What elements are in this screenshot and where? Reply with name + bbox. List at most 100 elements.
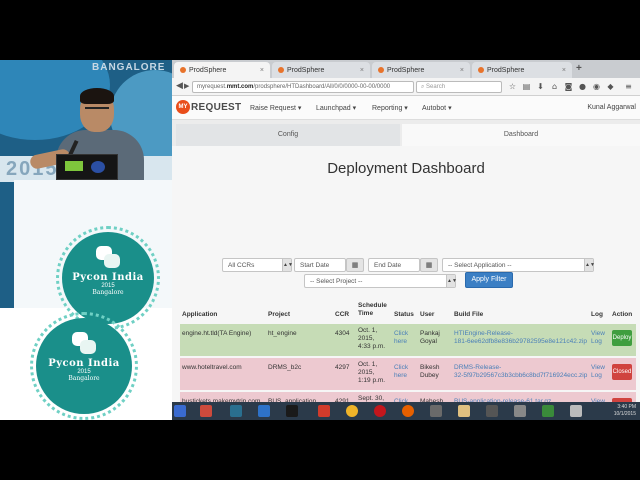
back-icon[interactable]: ◀ bbox=[176, 81, 183, 91]
app-grid-icon[interactable] bbox=[200, 405, 212, 417]
pycon-logo: Pycon India 2015 Bangalore bbox=[56, 226, 160, 330]
start-date-input[interactable]: Start Date bbox=[294, 258, 346, 272]
cell-view-log[interactable]: ViewLog bbox=[591, 330, 605, 346]
cell-build-file-line: HTIEngine-Release- bbox=[454, 330, 513, 337]
pocket-icon[interactable]: ◙ bbox=[564, 82, 573, 91]
cell-build-file[interactable]: HTIEngine-Release- 181-6ee62dfb8e836b2978… bbox=[454, 330, 588, 346]
application-select[interactable]: -- Select Application -- ▲▼ bbox=[442, 258, 595, 272]
outlook-icon[interactable] bbox=[258, 405, 270, 417]
folder-icon[interactable] bbox=[458, 405, 470, 417]
tab-config[interactable]: Config bbox=[176, 124, 400, 146]
menu-autobot[interactable]: Autobot ▾ bbox=[422, 104, 452, 112]
calendar-icon[interactable]: ▦ bbox=[420, 258, 438, 272]
start-icon[interactable] bbox=[174, 405, 186, 417]
project-select[interactable]: -- Select Project -- ▲▼ bbox=[304, 274, 457, 288]
browser-tab[interactable]: ProdSphere × bbox=[472, 62, 572, 78]
app-icon[interactable] bbox=[514, 405, 526, 417]
extension-icon[interactable]: ◆ bbox=[606, 82, 615, 91]
cell-schedule-time-line: Oct. 1, bbox=[358, 361, 378, 368]
cell-build-file[interactable]: DRMS-Release- 32-5f97b29567c3b3cbb6c8bd7f… bbox=[454, 364, 588, 380]
close-icon[interactable]: × bbox=[260, 67, 264, 74]
closed-button[interactable]: Closed bbox=[612, 364, 632, 380]
pycharm-icon[interactable] bbox=[230, 405, 242, 417]
video-frame: BANGALORE 2015 ZENER Pycon India 2015 Ba… bbox=[0, 60, 640, 420]
cell-status-link-line: here bbox=[394, 372, 408, 379]
cell-view-log-line: View bbox=[591, 330, 605, 337]
url-prefix: myrequest. bbox=[197, 84, 227, 90]
cell-status-link-line: Click bbox=[394, 330, 409, 337]
home-icon[interactable]: ⌂ bbox=[550, 82, 559, 91]
app-icon[interactable] bbox=[570, 405, 582, 417]
app-icon[interactable] bbox=[542, 405, 554, 417]
terminal-icon[interactable] bbox=[286, 405, 298, 417]
star-icon[interactable]: ☆ bbox=[508, 82, 517, 91]
forward-icon[interactable]: ▶ bbox=[184, 82, 189, 90]
end-date-input[interactable]: End Date bbox=[368, 258, 420, 272]
cell-application: www.hoteltravel.com bbox=[182, 364, 242, 371]
col-header-log: Log bbox=[591, 311, 603, 318]
url-domain: mmt.com bbox=[226, 84, 254, 90]
cell-user-line: Dubey bbox=[420, 372, 439, 379]
python-logo-icon bbox=[70, 332, 98, 354]
user-menu[interactable]: Kunal Aggarwal bbox=[587, 104, 636, 111]
os-taskbar: 3:40 PM 10/1/2015 bbox=[172, 402, 640, 420]
chevron-down-icon: ▲▼ bbox=[584, 259, 595, 271]
cell-build-file-line: DRMS-Release- bbox=[454, 364, 502, 371]
badge-ring bbox=[30, 312, 138, 420]
cell-build-file-line: 32-5f97b29567c3b3cbb6c8bd7f716924ecc.zip bbox=[454, 372, 588, 379]
pycon-logo: Pycon India 2015 Bangalore bbox=[30, 312, 138, 420]
new-tab-button[interactable]: + bbox=[576, 63, 582, 74]
cell-status-link-line: here bbox=[394, 338, 408, 345]
extension-icon[interactable]: ◉ bbox=[592, 82, 601, 91]
close-icon[interactable]: × bbox=[562, 67, 566, 74]
browser-tab[interactable]: ProdSphere × bbox=[372, 62, 470, 78]
cell-status-link[interactable]: Clickhere bbox=[394, 364, 408, 380]
system-clock[interactable]: 3:40 PM 10/1/2015 bbox=[614, 404, 636, 418]
cell-schedule-time: Oct. 1, 2015, 1:19 p.m. bbox=[358, 361, 385, 385]
apply-filter-button[interactable]: Apply Filter bbox=[465, 272, 513, 288]
favicon-icon bbox=[478, 67, 484, 73]
calendar-icon[interactable]: ▦ bbox=[346, 258, 364, 272]
cell-view-log-line: Log bbox=[591, 372, 602, 379]
favicon-icon bbox=[278, 67, 284, 73]
cell-application: engine.ht.tld(TA Engine) bbox=[182, 330, 252, 337]
close-icon[interactable]: × bbox=[360, 67, 364, 74]
cell-schedule-time: Oct. 1, 2015, 4:33 p.m. bbox=[358, 327, 385, 351]
app-icon[interactable] bbox=[430, 405, 442, 417]
browser-tab-label: ProdSphere bbox=[189, 66, 227, 74]
deploy-button[interactable]: Deploy bbox=[612, 330, 632, 346]
address-bar[interactable]: myrequest.mmt.com/prodsphere/HTDashboard… bbox=[192, 81, 414, 93]
cell-status-link[interactable]: Clickhere bbox=[394, 330, 408, 346]
cell-schedule-time-line: 2015, bbox=[358, 335, 375, 342]
browser-search-input[interactable]: ⌕ Search bbox=[416, 81, 502, 93]
ipython-icon[interactable] bbox=[486, 405, 498, 417]
page-tabs: Config Dashboard bbox=[172, 124, 640, 146]
end-date-placeholder: End Date bbox=[374, 262, 402, 269]
browser-tab[interactable]: ProdSphere × bbox=[272, 62, 370, 78]
app-logo[interactable]: MY REQUEST bbox=[176, 100, 241, 114]
col-header-status: Status bbox=[394, 311, 414, 318]
clock-date: 10/1/2015 bbox=[613, 411, 636, 417]
menu-icon[interactable]: ≡ bbox=[624, 82, 633, 91]
download-icon[interactable]: ⬇ bbox=[536, 82, 545, 91]
menu-reporting[interactable]: Reporting ▾ bbox=[372, 104, 408, 112]
reading-list-icon[interactable]: ▤ bbox=[522, 82, 531, 91]
chevron-down-icon: ▲▼ bbox=[282, 259, 293, 271]
tab-dashboard[interactable]: Dashboard bbox=[402, 124, 640, 146]
cell-project: DRMS_b2c bbox=[268, 364, 302, 371]
firefox-icon[interactable] bbox=[402, 405, 414, 417]
cell-ccr: 4297 bbox=[335, 364, 350, 371]
menu-raise-request[interactable]: Raise Request ▾ bbox=[250, 104, 301, 112]
page-title: Deployment Dashboard bbox=[327, 160, 485, 177]
browser-tab[interactable]: ProdSphere × bbox=[174, 62, 270, 78]
ccr-filter-select[interactable]: All CCRs ▲▼ bbox=[222, 258, 293, 272]
menu-launchpad[interactable]: Launchpad ▾ bbox=[316, 104, 356, 112]
opera-icon[interactable] bbox=[374, 405, 386, 417]
chat-icon[interactable]: ● bbox=[578, 82, 587, 91]
close-icon[interactable]: × bbox=[460, 67, 464, 74]
presenter-hair bbox=[80, 88, 114, 104]
favicon-icon bbox=[180, 67, 186, 73]
cell-view-log[interactable]: ViewLog bbox=[591, 364, 605, 380]
git-icon[interactable] bbox=[318, 405, 330, 417]
chrome-icon[interactable] bbox=[346, 405, 358, 417]
